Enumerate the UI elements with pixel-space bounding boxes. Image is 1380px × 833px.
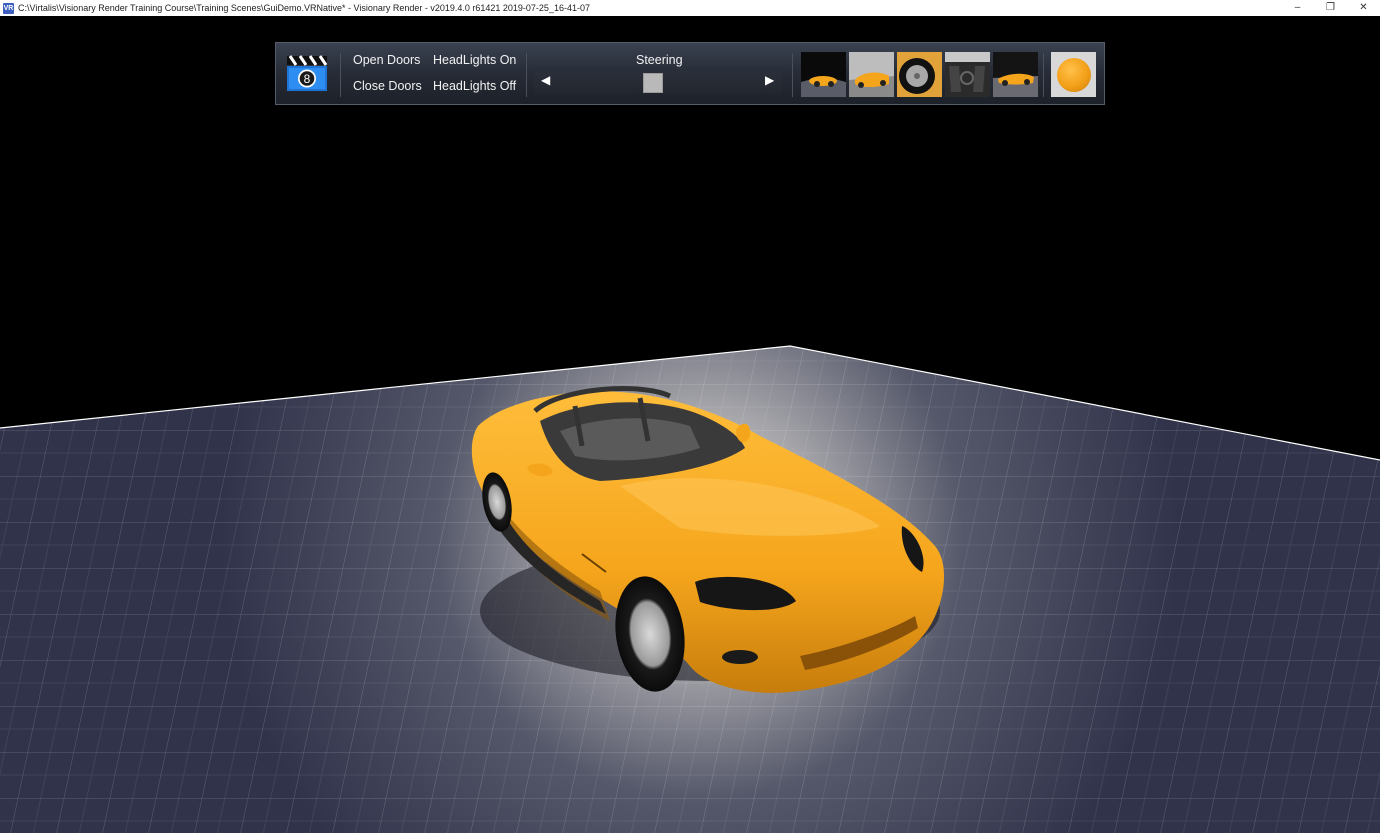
clapperboard-icon[interactable]: 8 bbox=[286, 54, 328, 92]
toolbar-divider bbox=[792, 53, 793, 97]
gui-toolbar: 8 Open Doors Close Doors HeadLights On H… bbox=[275, 42, 1105, 105]
viewpoint-thumbnail[interactable] bbox=[897, 52, 942, 97]
close-button[interactable]: ✕ bbox=[1347, 0, 1380, 16]
open-doors-button[interactable]: Open Doors bbox=[353, 53, 420, 67]
viewpoint-thumbnail[interactable] bbox=[801, 52, 846, 97]
viewpoint-thumbnail[interactable] bbox=[945, 52, 990, 97]
window-title: C:\Virtalis\Visionary Render Training Co… bbox=[18, 3, 590, 13]
window-controls: – ❐ ✕ bbox=[1281, 0, 1380, 16]
app-logo-icon: VR bbox=[3, 2, 14, 14]
steer-right-arrow-icon[interactable]: ▶ bbox=[765, 73, 774, 87]
paint-color-swatch[interactable] bbox=[1051, 52, 1096, 97]
title-bar[interactable]: VR C:\Virtalis\Visionary Render Training… bbox=[0, 0, 1380, 16]
restore-button[interactable]: ❐ bbox=[1314, 0, 1347, 16]
minimize-button[interactable]: – bbox=[1281, 0, 1314, 16]
svg-text:8: 8 bbox=[304, 72, 311, 86]
viewpoint-thumbnail[interactable] bbox=[993, 52, 1038, 97]
app-window: VR C:\Virtalis\Visionary Render Training… bbox=[0, 0, 1380, 833]
headlights-on-button[interactable]: HeadLights On bbox=[433, 53, 516, 67]
steer-left-arrow-icon[interactable]: ◀ bbox=[541, 73, 550, 87]
toolbar-divider bbox=[526, 53, 527, 97]
scene-render[interactable] bbox=[0, 16, 1380, 833]
viewpoint-thumbnail[interactable] bbox=[849, 52, 894, 97]
steering-slider-thumb[interactable] bbox=[643, 73, 663, 93]
paint-color-sphere-icon bbox=[1056, 57, 1091, 92]
close-doors-button[interactable]: Close Doors bbox=[353, 79, 422, 93]
toolbar-divider bbox=[340, 53, 341, 97]
toolbar-divider bbox=[1043, 53, 1044, 97]
render-viewport[interactable]: 8 Open Doors Close Doors HeadLights On H… bbox=[0, 16, 1380, 833]
headlights-off-button[interactable]: HeadLights Off bbox=[433, 79, 516, 93]
steering-label: Steering bbox=[636, 53, 683, 67]
